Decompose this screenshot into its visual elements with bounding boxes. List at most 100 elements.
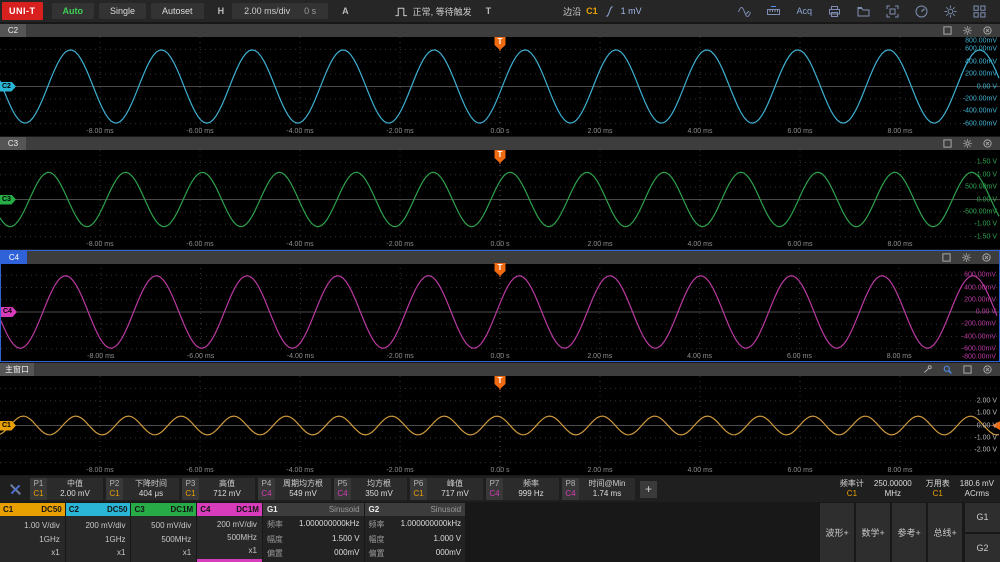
time-axis-label: 2.00 ms [587, 353, 612, 360]
measurement-p7[interactable]: P7C4 频率999 Hz [486, 478, 559, 500]
panel-header-icons [942, 253, 991, 262]
time-axis-label: -6.00 ms [186, 241, 213, 248]
probe-icon[interactable] [923, 365, 932, 374]
time-axis-label: -6.00 ms [186, 128, 213, 135]
channel-header: C2DC50 [66, 503, 131, 516]
voltage-axis-label: -200.00mV [963, 95, 997, 102]
panel-tab-c3[interactable]: C3 [0, 137, 26, 150]
trigger-type: 边沿 [563, 5, 581, 18]
single-button[interactable]: Single [99, 3, 146, 19]
zoom-icon[interactable] [943, 365, 952, 374]
menu-button-波形[interactable]: 波形+ [820, 503, 854, 562]
maximize-icon[interactable] [943, 139, 952, 148]
toolbar-icon-group: Acq [738, 5, 986, 18]
time-axis-label: -4.00 ms [286, 467, 313, 474]
waveform-plot[interactable]: T C2 800.00mV600.00mV400.00mV200.00mV0.0… [0, 37, 1000, 136]
generator-block-g2[interactable]: G2Sinusoid 频率1.000000000kHz幅度1.000 V偏置00… [365, 503, 466, 562]
trigger-settings[interactable]: 边沿 C1 1 mV [563, 5, 642, 18]
measurement-p5[interactable]: P5C4 均方根350 mV [334, 478, 407, 500]
voltage-axis-label: 1.50 V [977, 159, 997, 166]
voltage-axis-label: 600.00mV [964, 272, 996, 279]
autoset-button[interactable]: Autoset [151, 3, 204, 19]
settings-icon[interactable] [963, 139, 972, 148]
voltage-axis-label: -400.00mV [963, 108, 997, 115]
maximize-icon[interactable] [942, 253, 951, 262]
time-axis-label: 0.00 s [490, 241, 509, 248]
measurement-p2[interactable]: P2C1 下降时间404 μs [106, 478, 179, 500]
dmm-label: 万用表 [926, 479, 950, 489]
wave-icon[interactable] [738, 5, 751, 18]
voltage-axis-label: 600.00mV [965, 46, 997, 53]
measurement-id: P3C1 [182, 478, 199, 500]
channel-settings: 500 mV/div500MHzx1 [131, 516, 196, 562]
file-manager-icon[interactable] [857, 5, 870, 18]
waveform-plot[interactable]: T C3 1.50 V1.00 V500.00mV0.00 V-500.00mV… [0, 150, 1000, 249]
measurement-id: P5C4 [334, 478, 351, 500]
menu-button-参考[interactable]: 参考+ [892, 503, 926, 562]
panel-tab-c1[interactable]: 主窗口 [0, 363, 34, 376]
measurement-p8[interactable]: P8C4 时间@Min1.74 ms [562, 478, 635, 500]
time-axis-label: 0.00 s [490, 353, 509, 360]
channel-header: C4DC1M [197, 503, 262, 516]
measure-tools-button[interactable] [0, 483, 30, 496]
measurement-p3[interactable]: P3C1 高值712 mV [182, 478, 255, 500]
menu-button-数学[interactable]: 数学+ [856, 503, 890, 562]
generator-block-g1[interactable]: G1Sinusoid 频率1.000000000kHz幅度1.500 V偏置00… [263, 503, 364, 562]
measure-icon[interactable] [767, 5, 780, 18]
waveform-plot[interactable]: T C1 2.00 V1.00 V0.00 V-1.00 V-2.00 V-8.… [0, 376, 1000, 475]
measurement-p4[interactable]: P4C4 周期均方根549 mV [258, 478, 331, 500]
panel-tab-c2[interactable]: C2 [0, 24, 26, 37]
run-mode-button[interactable]: Auto [52, 3, 95, 19]
generator-button-g2[interactable]: G2 [965, 534, 1000, 562]
voltage-axis-label: -600.00mV [962, 345, 996, 352]
channel-block-c3[interactable]: C3DC1M 500 mV/div500MHzx1 [131, 503, 196, 562]
counter-label: 频率计 [840, 479, 864, 489]
close-icon[interactable] [983, 139, 992, 148]
add-measurement-button[interactable]: + [640, 481, 657, 498]
tools-icon[interactable] [9, 483, 22, 496]
measurement-readout: 频率999 Hz [503, 478, 559, 500]
acquire-menu-button[interactable]: Acq [796, 6, 812, 16]
channel-block-c1[interactable]: C1DC50 1.00 V/div1GHzx1 [0, 503, 65, 562]
panel-header-icons [943, 139, 992, 148]
maximize-icon[interactable] [943, 26, 952, 35]
gear-icon[interactable] [944, 5, 957, 18]
voltage-axis-label: -800.00mV [962, 354, 996, 361]
settings-icon[interactable] [963, 26, 972, 35]
channel-settings: 1.00 V/div1GHzx1 [0, 516, 65, 562]
panel-header: C2 [0, 24, 1000, 37]
menu-button-总线[interactable]: 总线+ [928, 503, 962, 562]
voltage-axis-label: 0.00 V [977, 83, 997, 90]
screenshot-icon[interactable] [886, 5, 899, 18]
settings-icon[interactable] [962, 253, 971, 262]
channel-block-c2[interactable]: C2DC50 200 mV/div1GHzx1 [66, 503, 131, 562]
close-icon[interactable] [983, 365, 992, 374]
gauge-icon[interactable] [915, 5, 928, 18]
generator-button-g1[interactable]: G1 [965, 503, 1000, 532]
voltage-axis-label: -1.00 V [974, 434, 997, 441]
waveform-plot[interactable]: T C4 600.00mV400.00mV200.00mV0.00 V-200.… [1, 263, 999, 361]
voltage-axis-label: 400.00mV [964, 284, 996, 291]
time-axis-label: -6.00 ms [186, 467, 213, 474]
channel-header: C1DC50 [0, 503, 65, 516]
measurement-readout: 中值2.00 mV [47, 478, 103, 500]
close-icon[interactable] [982, 253, 991, 262]
measurement-p6[interactable]: P6C1 峰值717 mV [410, 478, 483, 500]
close-icon[interactable] [983, 26, 992, 35]
frequency-counter[interactable]: 频率计 C1 250.00000 MHz [840, 479, 912, 499]
measurement-readout: 均方根350 mV [351, 478, 407, 500]
apps-grid-icon[interactable] [973, 5, 986, 18]
generator-settings: 频率1.000000000kHz幅度1.500 V偏置000mV [263, 516, 364, 562]
measurement-p1[interactable]: P1C1 中值2.00 mV [30, 478, 103, 500]
voltage-axis-label: 1.00 V [977, 410, 997, 417]
acquisition-status[interactable]: 正常, 等待触发 [395, 5, 472, 18]
channel-block-c4[interactable]: C4DC1M 200 mV/div500MHzx1 [197, 503, 262, 562]
timebase-button[interactable]: 2.00 ms/div 0 s [232, 3, 328, 19]
acquire-label: A [342, 6, 349, 16]
time-axis-label: -6.00 ms [187, 353, 214, 360]
printer-icon[interactable] [828, 5, 841, 18]
multimeter-readout[interactable]: 万用表 C1 180.6 mV ACrms [926, 479, 994, 499]
waveform-svg [0, 37, 1000, 136]
time-axis-label: -2.00 ms [386, 467, 413, 474]
maximize-icon[interactable] [963, 365, 972, 374]
